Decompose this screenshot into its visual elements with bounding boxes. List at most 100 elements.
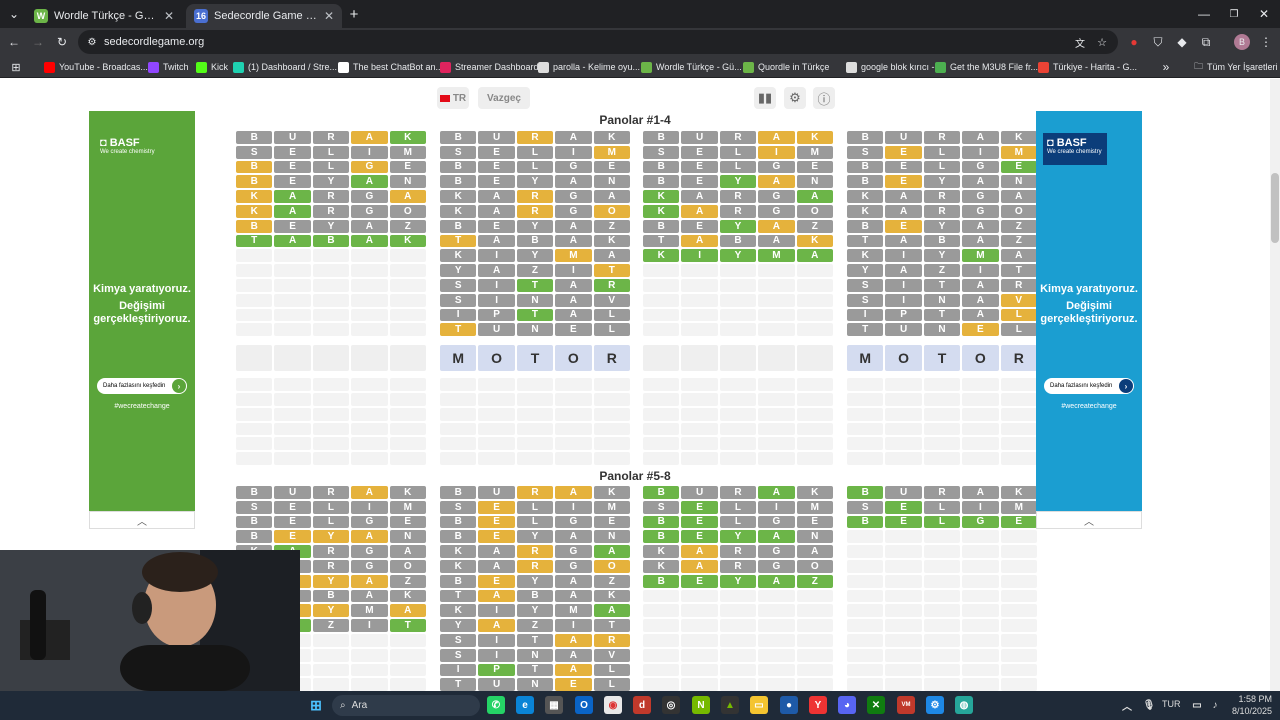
bookmark-item[interactable]: Get the M3U8 File fr... — [935, 59, 1038, 75]
close-icon[interactable]: ✕ — [164, 9, 174, 23]
letter-tile: A — [478, 545, 515, 558]
menu-icon[interactable]: ⋮ — [1258, 34, 1274, 50]
letter-tile: L — [923, 145, 961, 159]
bookmark-item[interactable]: google blok kırıcı -... — [846, 59, 942, 75]
ad-collapse-button[interactable]: ︿ — [89, 511, 195, 529]
guess-row — [847, 377, 1037, 392]
bookmark-item[interactable]: The best ChatBot an... — [338, 59, 443, 75]
window-close-icon[interactable]: ✕ — [1256, 6, 1272, 22]
xbox-icon[interactable]: ✕ — [867, 696, 885, 714]
settings-gear-icon[interactable]: ⚙ — [784, 87, 806, 109]
bookmark-item[interactable]: Streamer Dashboard — [440, 59, 539, 75]
network-app-icon[interactable]: ◍ — [955, 696, 973, 714]
input-language[interactable]: TUR — [1162, 699, 1181, 709]
file-explorer-icon[interactable]: ▭ — [750, 696, 768, 714]
letter-tile — [847, 589, 884, 603]
bookmark-item[interactable]: YouTube - Broadcas... — [44, 59, 148, 75]
browser-toolbar: ← → ↻ ⚙ sedecordlegame.org 文 ☆ ● ⛉ ◆ ⧉ B… — [0, 28, 1280, 56]
language-button[interactable]: TR — [437, 87, 469, 109]
volume-icon[interactable]: ♪ — [1206, 696, 1224, 714]
geforce-icon[interactable]: ▲ — [721, 696, 739, 714]
tray-chevron-icon[interactable]: ︿ — [1118, 696, 1136, 714]
apps-grid-icon[interactable]: ⊞ — [8, 59, 24, 75]
profile-avatar[interactable]: B — [1234, 34, 1250, 50]
bookmark-item[interactable]: Kick — [196, 59, 228, 75]
back-icon[interactable]: ← — [6, 34, 22, 50]
all-bookmarks[interactable]: 🗀 Tüm Yer İşaretleri — [1194, 59, 1278, 75]
minimize-icon[interactable]: — — [1196, 6, 1212, 22]
microphone-icon[interactable]: 🎙 — [1140, 696, 1158, 714]
voicemod-icon[interactable]: VM — [897, 696, 915, 714]
ad-cta-button[interactable]: Daha fazlasını keşfedin › — [97, 378, 187, 394]
letter-tile — [719, 648, 757, 662]
reload-icon[interactable]: ↻ — [54, 34, 70, 50]
letter-tile — [312, 633, 350, 647]
bookmark-item[interactable]: parolla - Kelime oyu... — [538, 59, 640, 75]
ad-cta-button[interactable]: Daha fazlasını keşfedin › — [1044, 378, 1134, 394]
extensions-puzzle-icon[interactable]: ⧉ — [1198, 34, 1214, 50]
ad-banner-left[interactable]: ◘ BASF We create chemistry Kimya yaratıyo… — [89, 111, 195, 511]
tab-wordle-turkce[interactable]: W Wordle Türkçe - Günlük Kelime ✕ — [26, 4, 182, 28]
display-icon[interactable]: ▭ — [1188, 696, 1206, 714]
extension-icon[interactable]: ● — [1126, 34, 1142, 50]
outlook-icon[interactable]: O — [575, 696, 593, 714]
tab-sedecordle[interactable]: 16 Sedecordle Game - 16 Words W ✕ — [186, 4, 342, 28]
chrome-icon[interactable]: ◉ — [604, 696, 622, 714]
edge-icon[interactable]: e — [516, 696, 534, 714]
page-scrollbar[interactable] — [1270, 79, 1280, 691]
close-icon[interactable]: ✕ — [324, 9, 334, 23]
shield-icon[interactable]: ⛉ — [1150, 34, 1166, 50]
letter-tile: I — [478, 293, 515, 307]
forward-icon[interactable]: → — [30, 34, 46, 50]
letter-tile: A — [962, 308, 999, 322]
letter-tile — [351, 264, 388, 277]
discord-icon[interactable]: ◕ — [838, 696, 856, 714]
letter-tile — [236, 422, 273, 436]
bookmark-item[interactable]: Twitch — [148, 59, 189, 75]
whatsapp-icon[interactable]: ✆ — [487, 696, 505, 714]
letter-tile — [236, 323, 273, 337]
taskbar-search[interactable]: ⌕ Ara — [332, 695, 480, 716]
letter-tile — [351, 437, 388, 451]
app-dts-icon[interactable]: d — [633, 696, 651, 714]
tab-search-icon[interactable]: ⌄ — [6, 6, 22, 22]
nvidia-icon[interactable]: N — [692, 696, 710, 714]
translate-icon[interactable]: 文 — [1072, 34, 1088, 50]
letter-tile: K — [593, 131, 630, 144]
letter-tile — [796, 452, 833, 465]
letter-tile — [1000, 530, 1037, 544]
stats-icon[interactable]: ▮▮ — [754, 87, 776, 109]
arrow-right-icon: › — [172, 379, 186, 393]
letter-tile: A — [478, 204, 515, 218]
new-tab-icon[interactable]: + — [346, 6, 362, 23]
scrollbar-thumb[interactable] — [1271, 173, 1279, 243]
restore-icon[interactable]: ❐ — [1226, 6, 1242, 22]
app-blue-icon[interactable]: ● — [780, 696, 798, 714]
bookmark-item[interactable]: (1) Dashboard / Stre... — [233, 59, 337, 75]
obs-icon[interactable]: ◎ — [662, 696, 680, 714]
address-bar[interactable]: ⚙ sedecordlegame.org 文 ☆ — [78, 30, 1118, 54]
bookmark-item[interactable]: Wordle Türkçe - Gü... — [641, 59, 742, 75]
bookmarks-bar: ⊞ YouTube - Broadcas... Twitch Kick (1) Das… — [0, 56, 1280, 78]
yandex-icon[interactable]: Y — [809, 696, 827, 714]
letter-tile — [962, 559, 999, 573]
site-info-icon[interactable]: ⚙ — [84, 34, 100, 50]
ad-banner-right[interactable]: ◘ BASF We create chemistry Kimya yaratıyo… — [1036, 111, 1142, 511]
settings-app-icon[interactable]: ⚙ — [926, 696, 944, 714]
guess-row — [847, 677, 1037, 691]
bookmark-item[interactable]: Quordle in Türkçe — [743, 59, 829, 75]
ad-collapse-button[interactable]: ︿ — [1036, 511, 1142, 529]
letter-tile — [643, 619, 680, 632]
more-bookmarks-icon[interactable]: » — [1158, 59, 1174, 75]
windows-start-icon[interactable]: ⊞ — [307, 696, 325, 714]
bookmark-star-icon[interactable]: ☆ — [1094, 34, 1110, 50]
clock[interactable]: 1:58 PM 8/10/2025 — [1226, 693, 1272, 717]
letter-tile: A — [389, 545, 426, 558]
extension-diamond-icon[interactable]: ◆ — [1174, 34, 1190, 50]
cancel-button[interactable]: Vazgeç — [478, 87, 530, 109]
letter-tile: A — [274, 204, 311, 218]
store-icon[interactable]: ▦ — [545, 696, 563, 714]
bookmark-item[interactable]: Türkiye - Harita - G... — [1038, 59, 1137, 75]
info-icon[interactable]: ⓘ — [813, 87, 835, 109]
letter-tile: G — [351, 545, 388, 558]
